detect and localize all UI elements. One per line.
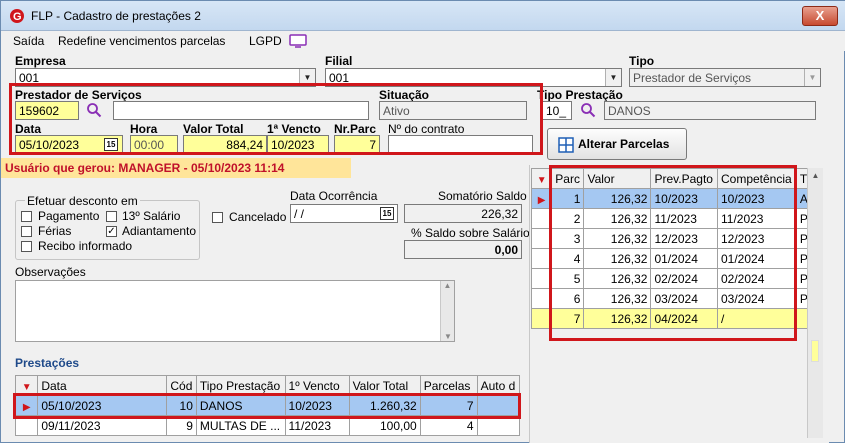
ferias-checkbox[interactable] (21, 226, 32, 237)
parcelas-scrollbar[interactable]: ▲ (807, 168, 823, 438)
cancelado-label: Cancelado (229, 210, 287, 224)
main-window: G FLP - Cadastro de prestações 2 X Saída… (0, 0, 845, 443)
check-icon: ✓ (107, 226, 116, 237)
tipo-prestacao-name-text: DANOS (608, 104, 651, 118)
tipo-prestacao-code-input[interactable]: 10_ (542, 101, 572, 120)
salario13-checkbox[interactable] (106, 211, 117, 222)
tipo-value: Prestador de Serviços (633, 71, 752, 85)
close-button[interactable]: X (802, 6, 838, 26)
data-ocorrencia-label: Data Ocorrência (290, 189, 378, 203)
tipo-prestacao-code: 10_ (546, 104, 567, 118)
saldo-pct-label: % Saldo sobre Salário (411, 226, 530, 240)
recibo-checkbox[interactable] (21, 241, 32, 252)
scroll-up-icon[interactable]: ▲ (441, 281, 454, 290)
tipo-label: Tipo (629, 54, 655, 68)
title-bar: G FLP - Cadastro de prestações 2 X (1, 1, 845, 31)
menu-saida[interactable]: Saída (13, 34, 44, 48)
highlight-parcelas-box (549, 165, 797, 341)
calendar-icon[interactable]: 15 (380, 207, 394, 220)
app-logo-icon: G (10, 9, 24, 23)
highlight-prestador-box (9, 83, 543, 155)
data-ocorrencia-value: / / (294, 207, 305, 221)
observacoes-textarea[interactable]: ▲ ▼ (15, 280, 455, 342)
empresa-label: Empresa (15, 54, 66, 68)
alterar-parcelas-label: Alterar Parcelas (578, 137, 670, 151)
saldo-pct-field: 0,00 (404, 240, 522, 259)
recibo-label: Recibo informado (38, 239, 133, 253)
menu-bar: Saída Redefine vencimentos parcelas LGPD (1, 31, 845, 51)
svg-text:G: G (13, 11, 22, 23)
highlight-prestacao-row (13, 393, 521, 419)
desconto-title: Efetuar desconto em (25, 194, 140, 208)
menu-lgpd[interactable]: LGPD (249, 34, 282, 48)
monitor-icon[interactable] (289, 34, 307, 48)
saldo-pct-value: 0,00 (494, 243, 518, 257)
usuario-text: Usuário que gerou: MANAGER - 05/10/2023 … (5, 161, 285, 175)
menu-redefine-vencimentos[interactable]: Redefine vencimentos parcelas (58, 34, 225, 48)
observacoes-label: Observações (15, 265, 86, 279)
tipo-prestacao-label: Tipo Prestação (537, 88, 623, 102)
filial-label: Filial (325, 54, 353, 68)
search-icon[interactable] (580, 102, 596, 118)
observacoes-scrollbar[interactable]: ▲ ▼ (440, 281, 454, 341)
pagamento-checkbox[interactable] (21, 211, 32, 222)
salario13-label: 13º Salário (122, 209, 181, 223)
tipo-prestacao-name: DANOS (604, 101, 816, 120)
scroll-thumb[interactable] (811, 340, 819, 362)
somatorio-value: 226,32 (481, 207, 518, 221)
somatorio-field: 226,32 (404, 204, 522, 223)
somatorio-label: Somatório Saldo (438, 189, 527, 203)
scroll-up-icon[interactable]: ▲ (808, 171, 823, 180)
sort-arrow-icon[interactable]: ▼ (537, 175, 547, 186)
scroll-down-icon[interactable]: ▼ (441, 332, 455, 341)
cancelado-checkbox[interactable] (212, 212, 223, 223)
window-title: FLP - Cadastro de prestações 2 (31, 9, 201, 23)
tipo-dropdown-icon[interactable]: ▼ (804, 69, 820, 86)
ferias-label: Férias (38, 224, 72, 238)
adiantamento-checkbox[interactable]: ✓ (106, 226, 117, 237)
filial-dropdown-icon[interactable]: ▼ (605, 69, 621, 86)
pagamento-label: Pagamento (38, 209, 100, 223)
sort-arrow-icon[interactable]: ▼ (22, 382, 32, 393)
tipo-select[interactable]: Prestador de Serviços (629, 68, 821, 87)
usuario-bar: Usuário que gerou: MANAGER - 05/10/2023 … (1, 158, 351, 178)
alterar-parcelas-button[interactable]: Alterar Parcelas (547, 128, 687, 160)
adiantamento-label: Adiantamento (122, 224, 197, 238)
prestacoes-title: Prestações (15, 356, 80, 370)
grid-icon (558, 137, 574, 153)
